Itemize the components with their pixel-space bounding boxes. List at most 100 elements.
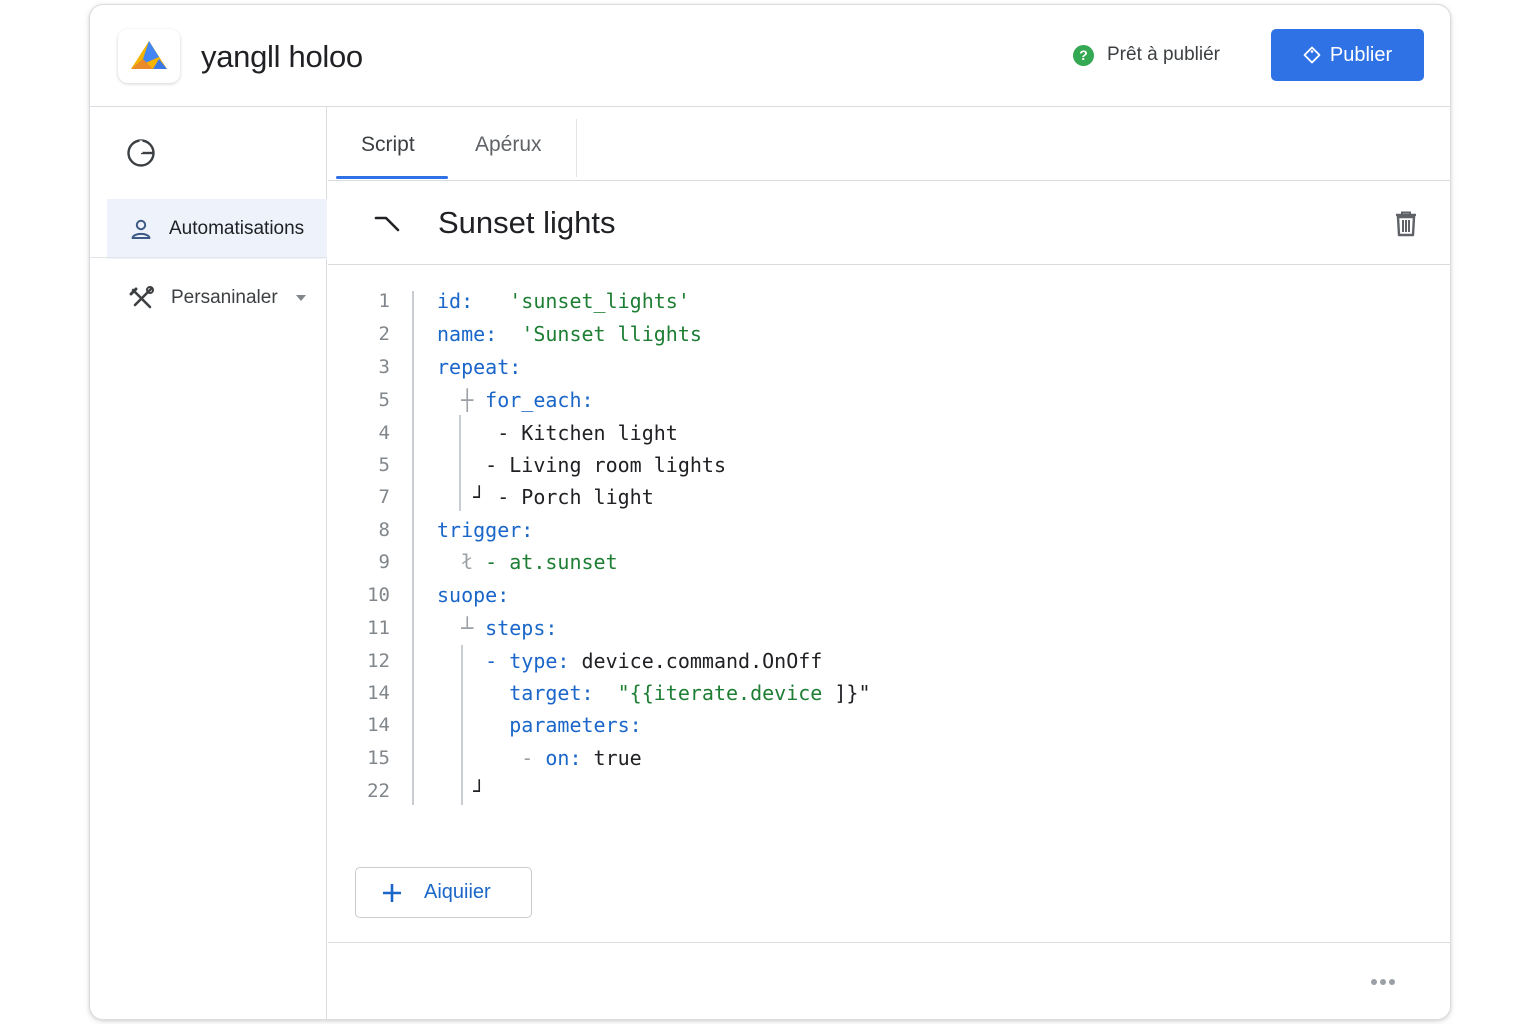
code-token: true (581, 746, 642, 770)
code-token: - Kitchen light (437, 421, 678, 445)
line-number: 5 (378, 454, 390, 476)
code-line[interactable]: 5 - Living room lights (328, 449, 1450, 481)
code-text: - Kitchen light (437, 421, 678, 445)
code-line[interactable]: 5 ┼ for_each: (328, 384, 1450, 416)
code-token: device.command.OnOff (569, 649, 823, 673)
publish-button-label: Publier (1329, 43, 1393, 66)
line-number: 8 (378, 519, 390, 541)
code-text: trigger: (437, 518, 533, 542)
history-icon[interactable] (125, 137, 157, 174)
main-panel: Script Apérux Sunset lights 1 id: 'sunse… (328, 107, 1450, 1019)
chevron-down-icon (295, 295, 306, 301)
code-text: name: 'Sunset llights (437, 322, 702, 346)
code-text: id: 'sunset_lights' (437, 289, 690, 313)
add-step-button[interactable]: Aiquiier (355, 867, 532, 918)
tab-script[interactable]: Script (361, 133, 415, 157)
code-editor[interactable]: 1 id: 'sunset_lights' 2 name: 'Sunset lligh… (328, 265, 1450, 825)
help-circle-icon: ? (1073, 44, 1094, 66)
top-bar: yangll holoo ? Prêt à publiér Publier (90, 5, 1450, 107)
code-text: ┴ steps: (437, 616, 557, 640)
code-line[interactable]: 10 suope: (328, 579, 1450, 611)
sidebar-item-label: Persaninaler (171, 287, 278, 308)
line-number: 14 (367, 682, 390, 704)
code-line[interactable]: 9 ł - at.sunset (328, 546, 1450, 578)
sidebar-item-automatisations[interactable]: Automatisations (107, 199, 327, 259)
code-token: ┼ (437, 388, 486, 412)
code-token: for_each: (485, 388, 594, 412)
app-title: yangll holoo (201, 39, 363, 74)
tab-apercu[interactable]: Apérux (475, 133, 542, 157)
code-text: ł - at.sunset (437, 550, 618, 574)
sidebar: Automatisations Persaninaler (90, 107, 327, 1019)
code-token: "{{iterate.device (617, 681, 835, 705)
tools-icon (129, 286, 154, 309)
add-step-label: Aiquiier (424, 881, 491, 903)
code-text: - Living room lights (437, 453, 726, 477)
plus-icon (383, 883, 401, 902)
logo-icon (131, 41, 167, 69)
line-number: 10 (367, 584, 390, 606)
app-window: yangll holoo ? Prêt à publiér Publier Au… (89, 4, 1451, 1020)
code-token: - type: (485, 649, 570, 673)
code-line[interactable]: 11 ┴ steps: (328, 612, 1450, 644)
code-token: trigger: (437, 518, 534, 542)
line-number: 11 (367, 617, 390, 639)
person-icon (131, 219, 151, 239)
code-token: ]}" (834, 681, 871, 705)
code-line[interactable]: 14 target: "{{iterate.device ]}" (328, 677, 1450, 709)
code-line[interactable]: 8 trigger: (328, 514, 1450, 546)
collapse-icon[interactable] (374, 213, 402, 240)
sidebar-item-label: Automatisations (169, 218, 305, 239)
tag-icon (1303, 46, 1321, 64)
line-number: 1 (378, 290, 390, 312)
code-token: - Living room lights (437, 453, 726, 477)
code-text: - on: true (437, 746, 642, 770)
code-text: target: "{{iterate.device ]}" (437, 681, 871, 705)
code-token: steps: (485, 616, 558, 640)
script-title: Sunset lights (438, 205, 616, 240)
app-logo[interactable] (118, 29, 180, 83)
line-number: 22 (367, 780, 390, 802)
publish-button[interactable]: Publier (1271, 29, 1424, 81)
code-text: parameters: (437, 713, 642, 737)
more-horizontal-icon[interactable] (1370, 973, 1396, 991)
status-text: Prêt à publiér (1107, 44, 1221, 65)
code-token: repeat: (437, 355, 522, 379)
code-line[interactable]: 14 parameters: (328, 709, 1450, 741)
code-line[interactable]: 12 - type: device.command.OnOff (328, 645, 1450, 677)
trash-icon[interactable] (1394, 211, 1418, 242)
code-line[interactable]: 22 ┘ (328, 775, 1450, 807)
line-number: 3 (378, 356, 390, 378)
code-text: ┼ for_each: (437, 388, 594, 412)
code-token: name: (437, 322, 498, 346)
code-line[interactable]: 3 repeat: (328, 351, 1450, 383)
code-line[interactable]: 7 ┘ - Porch light (328, 481, 1450, 513)
line-number: 14 (367, 714, 390, 736)
sidebar-item-persaninaler[interactable]: Persaninaler (107, 268, 327, 328)
code-token: ┴ (437, 616, 486, 640)
code-token: - (521, 746, 546, 770)
code-token: parameters: (509, 713, 642, 737)
code-token: id: (437, 289, 474, 313)
publish-status: ? Prêt à publiér (1073, 44, 1220, 66)
code-text: suope: (437, 583, 509, 607)
code-token: 'sunset_lights' (509, 289, 690, 313)
code-token: - at.sunset (485, 550, 618, 574)
code-line[interactable]: 4 - Kitchen light (328, 417, 1450, 449)
code-line[interactable]: 2 name: 'Sunset llights (328, 318, 1450, 350)
code-token: suope: (437, 583, 510, 607)
code-line[interactable]: 15 - on: true (328, 742, 1450, 774)
code-line[interactable]: 1 id: 'sunset_lights' (328, 285, 1450, 317)
line-number: 9 (378, 551, 390, 573)
code-text: ┘ - Porch light (437, 485, 654, 509)
code-token: ┘ - Porch light (437, 485, 654, 509)
code-text: - type: device.command.OnOff (437, 649, 822, 673)
code-text: repeat: (437, 355, 521, 379)
code-token: on: (545, 746, 582, 770)
code-token: target: (509, 681, 594, 705)
line-number: 12 (367, 650, 390, 672)
